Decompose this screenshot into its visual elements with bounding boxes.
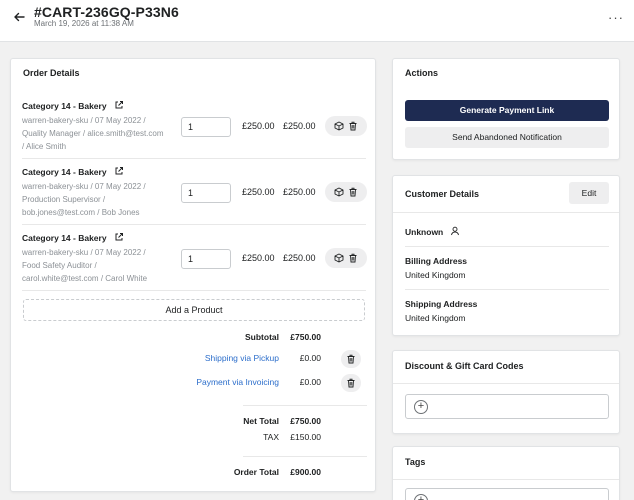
customer-name: Unknown: [405, 227, 444, 237]
shipping-value: £0.00: [299, 353, 321, 363]
divider: [393, 212, 619, 213]
shipping-method-link[interactable]: Shipping via Pickup: [161, 353, 279, 363]
discount-title: Discount & Gift Card Codes: [405, 361, 524, 371]
trash-icon[interactable]: [346, 378, 356, 388]
payment-method-link[interactable]: Payment via Invoicing: [161, 377, 279, 387]
unit-price: £250.00: [242, 121, 275, 131]
send-abandoned-notification-button[interactable]: Send Abandoned Notification: [405, 127, 609, 148]
divider: [243, 456, 367, 457]
net-total-label: Net Total: [243, 416, 279, 426]
payment-value: £0.00: [299, 377, 321, 387]
external-link-icon[interactable]: [114, 232, 124, 242]
remove-payment[interactable]: [341, 374, 361, 392]
line-item-meta: warren-bakery-sku / 07 May 2022 / Qualit…: [22, 116, 164, 151]
external-link-icon[interactable]: [114, 166, 124, 176]
tax-value: £150.00: [290, 432, 321, 442]
line-total: £250.00: [283, 121, 316, 131]
back-arrow-icon[interactable]: [12, 10, 26, 24]
package-icon[interactable]: [334, 253, 344, 263]
customer-details-title: Customer Details: [405, 189, 480, 199]
cart-date: March 19, 2026 at 11:38 AM: [34, 19, 134, 28]
line-total: £250.00: [283, 187, 316, 197]
shipping-address-value: United Kingdom: [405, 313, 466, 323]
net-total-value: £750.00: [290, 416, 321, 426]
order-details-card: Order Details Category 14 - Bakery warre…: [10, 58, 376, 492]
subtotal-label: Subtotal: [245, 332, 279, 342]
more-actions-icon[interactable]: ···: [608, 10, 624, 25]
order-total-label: Order Total: [233, 467, 279, 477]
order-total-value: £900.00: [290, 467, 321, 477]
trash-icon[interactable]: [348, 121, 358, 131]
line-item-actions: [325, 116, 367, 136]
trash-icon[interactable]: [348, 187, 358, 197]
trash-icon[interactable]: [346, 354, 356, 364]
divider: [243, 405, 367, 406]
top-bar: #CART-236GQ-P33N6 March 19, 2026 at 11:3…: [0, 0, 634, 42]
order-details-title: Order Details: [23, 68, 80, 78]
discount-code-input[interactable]: +: [405, 394, 609, 419]
tags-card: Tags +: [392, 446, 620, 500]
external-link-icon[interactable]: [114, 100, 124, 110]
shipping-address-label: Shipping Address: [405, 299, 478, 309]
divider: [22, 158, 366, 159]
divider: [405, 246, 609, 247]
divider: [393, 383, 619, 384]
line-item-actions: [325, 182, 367, 202]
quantity-input[interactable]: 1: [181, 117, 231, 137]
subtotal-value: £750.00: [290, 332, 321, 342]
unit-price: £250.00: [242, 187, 275, 197]
unit-price: £250.00: [242, 253, 275, 263]
page-title: #CART-236GQ-P33N6: [34, 4, 179, 20]
edit-customer-button[interactable]: Edit: [569, 182, 609, 204]
tags-input[interactable]: +: [405, 488, 609, 500]
line-item-meta: warren-bakery-sku / 07 May 2022 / Produc…: [22, 182, 146, 217]
line-item-title: Category 14 - Bakery: [22, 101, 107, 111]
tags-title: Tags: [405, 457, 426, 467]
divider: [405, 289, 609, 290]
billing-address-value: United Kingdom: [405, 270, 466, 280]
divider: [22, 224, 366, 225]
add-product-button[interactable]: Add a Product: [23, 299, 365, 321]
trash-icon[interactable]: [348, 253, 358, 263]
line-item-title: Category 14 - Bakery: [22, 167, 107, 177]
quantity-input[interactable]: 1: [181, 183, 231, 203]
divider: [393, 479, 619, 480]
divider: [22, 290, 366, 291]
tax-label: TAX: [263, 432, 279, 442]
package-icon[interactable]: [334, 187, 344, 197]
line-total: £250.00: [283, 253, 316, 263]
plus-icon[interactable]: +: [414, 400, 428, 414]
discount-card: Discount & Gift Card Codes +: [392, 350, 620, 434]
line-item-meta: warren-bakery-sku / 07 May 2022 / Food S…: [22, 248, 148, 283]
package-icon[interactable]: [334, 121, 344, 131]
actions-title: Actions: [405, 68, 439, 78]
generate-payment-link-button[interactable]: Generate Payment Link: [405, 100, 609, 121]
line-item-actions: [325, 248, 367, 268]
actions-card: Actions Generate Payment Link Send Aband…: [392, 58, 620, 160]
billing-address-label: Billing Address: [405, 256, 468, 266]
remove-shipping[interactable]: [341, 350, 361, 368]
user-icon: [451, 226, 459, 236]
plus-icon[interactable]: +: [414, 494, 428, 500]
customer-details-card: Customer Details Edit Unknown Billing Ad…: [392, 175, 620, 336]
line-item-title: Category 14 - Bakery: [22, 233, 107, 243]
quantity-input[interactable]: 1: [181, 249, 231, 269]
